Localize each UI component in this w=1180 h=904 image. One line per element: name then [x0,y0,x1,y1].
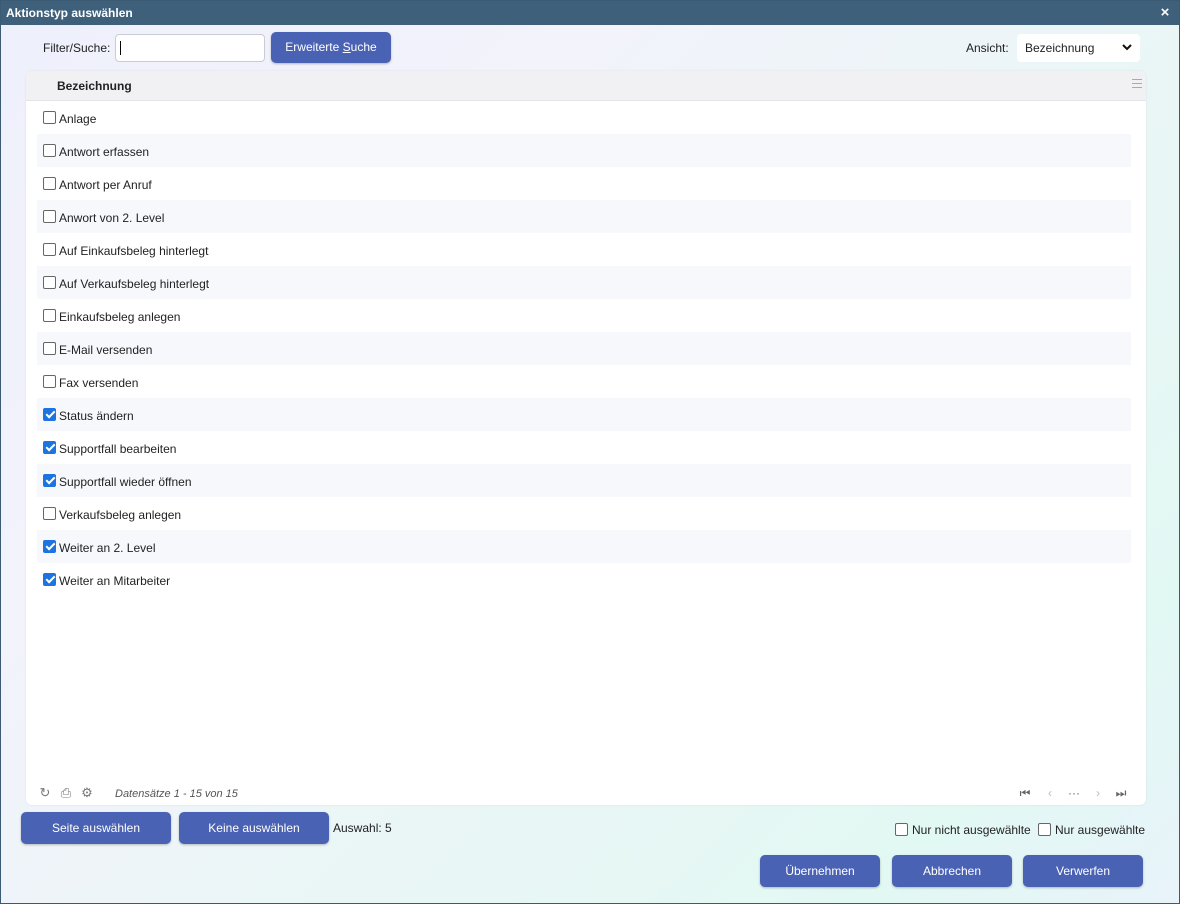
row-checkbox[interactable] [43,144,56,157]
table-row[interactable]: Fax versenden [37,365,1131,398]
row-label: Antwort per Anruf [59,178,152,192]
advanced-search-button[interactable]: Erweiterte Suche [271,32,391,63]
select-page-button[interactable]: Seite auswählen [21,812,171,844]
prev-page-icon[interactable]: ‹ [1043,786,1057,800]
more-pages-icon[interactable]: ··· [1067,786,1081,800]
first-page-icon[interactable]: ⏮ [1018,786,1032,800]
table-row[interactable]: Auf Einkaufsbeleg hinterlegt [37,233,1131,266]
print-icon[interactable]: ⎙ [59,786,73,800]
row-label: Auf Verkaufsbeleg hinterlegt [59,277,210,291]
view-select-value: Bezeichnung [1025,41,1095,55]
row-label: Weiter an 2. Level [59,541,156,555]
chevron-down-icon [1122,34,1132,73]
row-checkbox[interactable] [43,573,56,586]
only-unselected-label: Nur nicht ausgewählte [912,823,1031,837]
grid-rows: Anlage Antwort erfassen Antwort per Anruf A… [37,101,1131,596]
row-label: Einkaufsbeleg anlegen [59,310,181,324]
grid-footer: ↻ ⎙ ⚙ Datensätze 1 - 15 von 15 ⏮ ‹ ··· ›… [26,779,1146,805]
grid-header: Bezeichnung [26,71,1146,101]
advanced-search-hotkey: S [342,40,351,54]
row-label: Supportfall wieder öffnen [59,475,192,489]
row-label: Anlage [59,112,97,126]
selection-count: Auswahl: 5 [333,821,392,835]
title-bar: Aktionstyp auswählen × [1,1,1179,25]
view-select[interactable]: Bezeichnung [1017,34,1140,62]
next-page-icon[interactable]: › [1091,786,1105,800]
row-checkbox[interactable] [43,243,56,256]
only-selected-option[interactable]: Nur ausgewählte [1038,821,1145,837]
table-row[interactable]: E-Mail versenden [37,332,1131,365]
only-selected-checkbox[interactable] [1038,823,1051,836]
filter-label: Filter/Suche: [43,41,111,55]
table-row[interactable]: Weiter an 2. Level [37,530,1131,563]
table-row[interactable]: Verkaufsbeleg anlegen [37,497,1131,530]
table-row[interactable]: Einkaufsbeleg anlegen [37,299,1131,332]
row-label: E-Mail versenden [59,343,153,357]
settings-icon[interactable]: ⚙ [80,786,94,800]
table-row[interactable]: Antwort per Anruf [37,167,1131,200]
cancel-button[interactable]: Abbrechen [892,855,1012,887]
view-label: Ansicht: [966,41,1009,55]
dialog-window: Aktionstyp auswählen × Filter/Suche: Erw… [0,0,1180,904]
row-checkbox[interactable] [43,507,56,520]
row-checkbox[interactable] [43,276,56,289]
only-selected-label: Nur ausgewählte [1055,823,1146,837]
last-page-icon[interactable]: ⏭ [1114,786,1128,800]
search-input[interactable] [115,34,265,62]
table-row[interactable]: Antwort erfassen [37,134,1131,167]
row-checkbox[interactable] [43,408,56,421]
advanced-search-label-prefix: Erweiterte [285,40,343,54]
advanced-search-label-suffix: uche [350,40,377,54]
table-row[interactable]: Anlage [37,101,1131,134]
row-checkbox[interactable] [43,111,56,124]
row-label: Verkaufsbeleg anlegen [59,508,182,522]
row-checkbox[interactable] [43,210,56,223]
data-grid: Bezeichnung Anlage Antwort erfassen Antwor… [26,71,1146,805]
records-count: Datensätze 1 - 15 von 15 [115,788,238,800]
row-checkbox[interactable] [43,342,56,355]
row-label: Auf Einkaufsbeleg hinterlegt [59,244,209,258]
row-checkbox[interactable] [43,441,56,454]
row-checkbox[interactable] [43,474,56,487]
row-checkbox[interactable] [43,375,56,388]
row-label: Anwort von 2. Level [59,211,165,225]
row-label: Antwort erfassen [59,145,150,159]
table-row[interactable]: Status ändern [37,398,1131,431]
discard-button[interactable]: Verwerfen [1023,855,1143,887]
dialog-title: Aktionstyp auswählen [6,6,133,20]
table-row[interactable]: Auf Verkaufsbeleg hinterlegt [37,266,1131,299]
row-label: Fax versenden [59,376,139,390]
column-header-bezeichnung[interactable]: Bezeichnung [57,79,132,93]
row-checkbox[interactable] [43,177,56,190]
apply-button[interactable]: Übernehmen [760,855,880,887]
refresh-icon[interactable]: ↻ [38,786,52,800]
table-row[interactable]: Supportfall bearbeiten [37,431,1131,464]
select-none-button[interactable]: Keine auswählen [179,812,329,844]
only-unselected-option[interactable]: Nur nicht ausgewählte [895,821,1031,837]
text-caret [120,41,121,55]
row-checkbox[interactable] [43,540,56,553]
row-label: Weiter an Mitarbeiter [59,574,171,588]
table-row[interactable]: Anwort von 2. Level [37,200,1131,233]
row-label: Status ändern [59,409,134,423]
close-icon[interactable]: × [1157,1,1173,25]
table-row[interactable]: Supportfall wieder öffnen [37,464,1131,497]
table-row[interactable]: Weiter an Mitarbeiter [37,563,1131,596]
row-checkbox[interactable] [43,309,56,322]
column-menu-icon[interactable] [1132,79,1142,89]
only-unselected-checkbox[interactable] [895,823,908,836]
row-label: Supportfall bearbeiten [59,442,177,456]
